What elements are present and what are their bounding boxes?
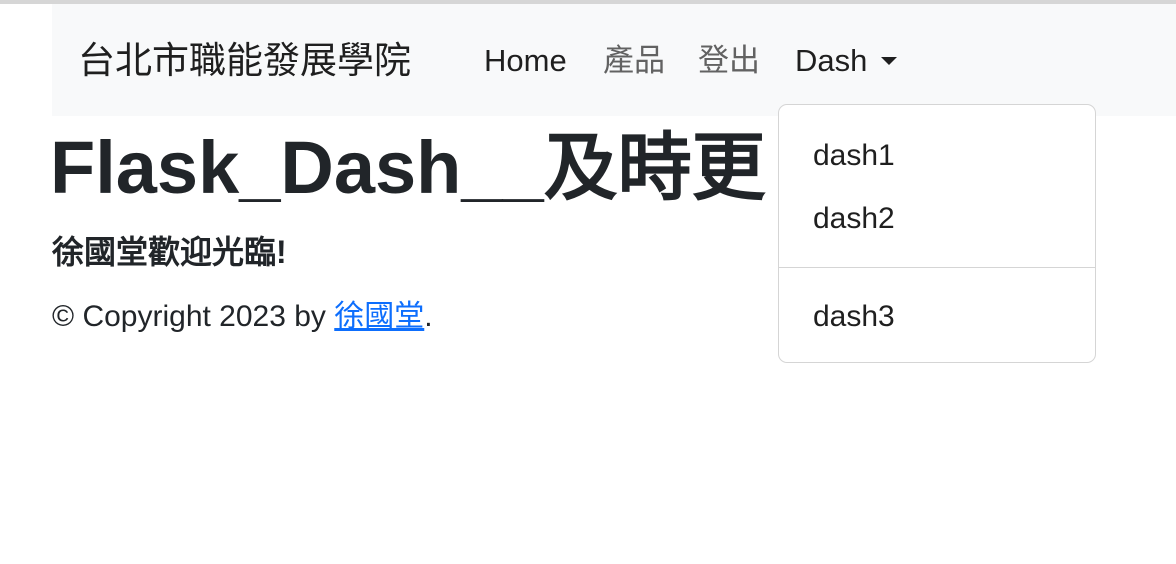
caret-down-icon xyxy=(881,57,898,65)
navbar-brand[interactable]: 台北市職能發展學院 xyxy=(78,39,411,83)
nav-dropdown-dash-label: Dash xyxy=(795,43,868,78)
nav-link-home[interactable]: Home xyxy=(484,42,567,80)
dropdown-item-dash1[interactable]: dash1 xyxy=(779,136,1095,176)
nav-link-logout[interactable]: 登出 xyxy=(698,42,760,80)
dropdown-divider xyxy=(779,267,1095,268)
welcome-message: 徐國堂歡迎光臨! xyxy=(52,234,287,270)
page-title: Flask_Dash__及時更 xyxy=(50,126,766,209)
nav-dropdown-dash[interactable]: Dash xyxy=(795,42,898,80)
copyright-prefix: © Copyright 2023 by xyxy=(52,300,335,333)
nav-link-products[interactable]: 產品 xyxy=(603,42,665,80)
dash-dropdown-menu: dash1 dash2 dash3 xyxy=(778,104,1096,363)
dropdown-item-dash3[interactable]: dash3 xyxy=(779,297,1095,337)
dropdown-item-dash2[interactable]: dash2 xyxy=(779,199,1095,239)
navbar: 台北市職能發展學院 Home 產品 登出 Dash xyxy=(52,4,1176,116)
copyright-suffix: . xyxy=(424,300,433,333)
copyright-text: © Copyright 2023 by 徐國堂. xyxy=(52,297,433,337)
author-link[interactable]: 徐國堂 xyxy=(334,300,424,333)
